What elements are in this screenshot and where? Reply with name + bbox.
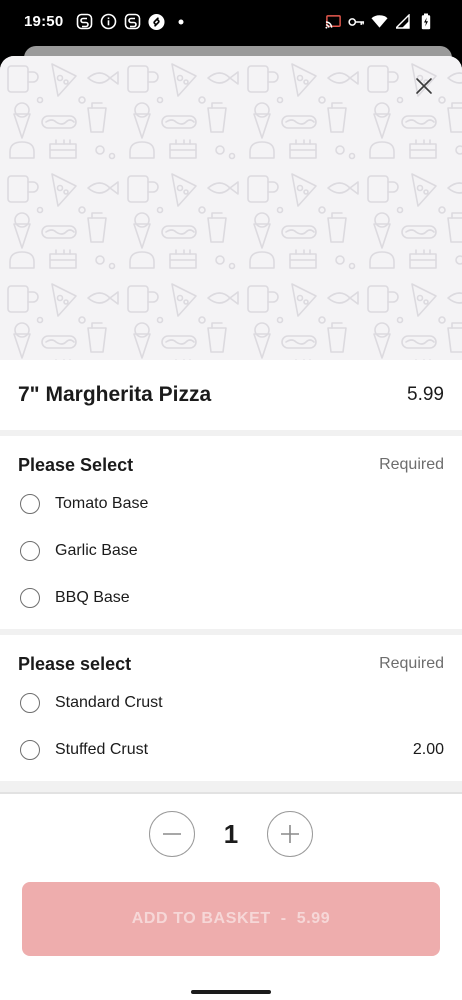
close-icon	[416, 78, 432, 94]
info-icon	[100, 13, 117, 30]
option-standard-crust[interactable]: Standard Crust	[18, 679, 444, 726]
option-group-crust: Please select Required Standard Crust St…	[0, 635, 462, 781]
home-indicator[interactable]	[191, 990, 271, 994]
option-tomato-base[interactable]: Tomato Base	[18, 480, 444, 527]
required-label: Required	[379, 456, 444, 473]
option-label: BBQ Base	[55, 588, 130, 606]
food-doodle-pattern	[0, 56, 462, 360]
plus-icon	[281, 825, 299, 843]
dot-icon	[172, 13, 189, 30]
required-label: Required	[379, 655, 444, 672]
signal-icon	[394, 13, 411, 30]
radio-button[interactable]	[20, 587, 40, 608]
item-name: 7" Margherita Pizza	[18, 383, 212, 406]
add-to-basket-button[interactable]: ADD TO BASKET - 5.99	[22, 882, 440, 956]
option-group-header: Please Select Required	[18, 454, 444, 476]
option-label: Tomato Base	[55, 494, 149, 512]
separator: -	[280, 910, 287, 927]
option-stuffed-crust[interactable]: Stuffed Crust 2.00	[18, 726, 444, 773]
radio-button[interactable]	[20, 540, 40, 561]
option-label: Garlic Base	[55, 541, 138, 559]
decrement-button[interactable]	[149, 811, 195, 857]
sync-s-icon	[76, 13, 93, 30]
status-time: 19:50	[24, 13, 64, 30]
battery-charging-icon	[417, 13, 434, 30]
shazam-icon	[148, 13, 165, 30]
option-group-base: Please Select Required Tomato Base Garli…	[0, 436, 462, 629]
close-button[interactable]	[412, 74, 436, 98]
option-price: 2.00	[412, 740, 444, 758]
quantity-stepper: 1	[0, 810, 462, 858]
radio-button[interactable]	[20, 493, 40, 514]
option-group-header: Please select Required	[18, 653, 444, 675]
add-to-basket-price: 5.99	[296, 910, 331, 927]
option-bbq-base[interactable]: BBQ Base	[18, 574, 444, 621]
radio-button[interactable]	[20, 739, 40, 760]
key-icon	[348, 13, 365, 30]
cast-icon	[325, 13, 342, 30]
bottom-action-bar: 1 ADD TO BASKET - 5.99	[0, 792, 462, 1000]
system-icons	[325, 13, 434, 30]
status-bar: 19:50	[0, 0, 462, 46]
option-group-title: Please select	[18, 653, 132, 674]
item-header: 7" Margherita Pizza 5.99	[0, 360, 462, 430]
option-label: Stuffed Crust	[55, 740, 149, 758]
item-image-placeholder	[0, 56, 462, 360]
sync-s-icon	[124, 13, 141, 30]
increment-button[interactable]	[267, 811, 313, 857]
option-label: Standard Crust	[55, 693, 163, 711]
item-options-sheet: 7" Margherita Pizza 5.99 Please Select R…	[0, 56, 462, 1000]
option-garlic-base[interactable]: Garlic Base	[18, 527, 444, 574]
wifi-icon	[371, 13, 388, 30]
option-group-title: Please Select	[18, 454, 134, 475]
add-to-basket-label: ADD TO BASKET	[131, 910, 271, 927]
minus-icon	[163, 833, 181, 835]
radio-button[interactable]	[20, 692, 40, 713]
quantity-value: 1	[223, 818, 239, 849]
notification-icons	[76, 13, 189, 30]
item-price: 5.99	[407, 384, 444, 405]
